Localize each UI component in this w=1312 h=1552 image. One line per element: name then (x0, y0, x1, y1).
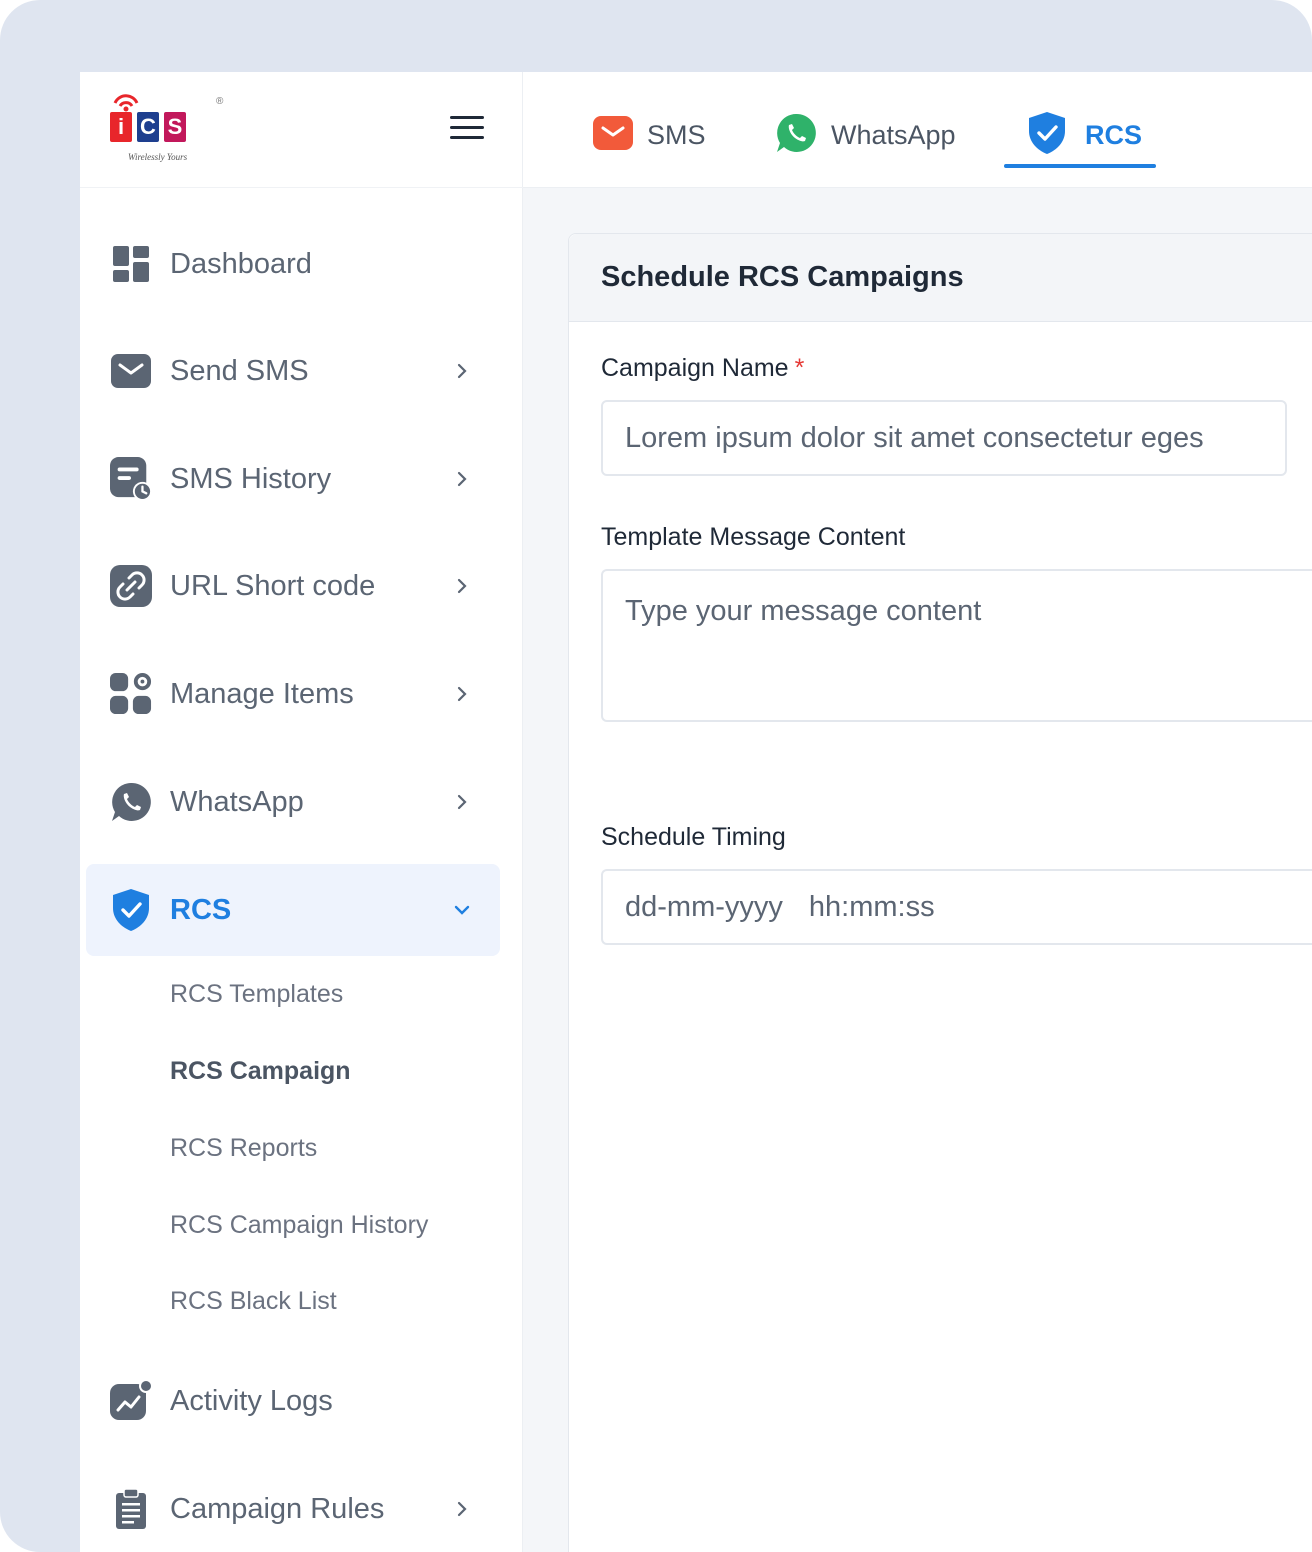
brand-tagline: Wirelessly Yours (128, 152, 188, 162)
schedule-date-placeholder: dd-mm-yyyy (625, 890, 783, 923)
chevron-right-icon (457, 794, 467, 810)
shield-check-icon (1027, 111, 1067, 160)
campaign-name-label: Campaign Name * (601, 354, 804, 383)
chevron-right-icon (457, 1501, 467, 1517)
schedule-campaign-card: Schedule RCS Campaigns Campaign Name * Lo… (568, 233, 1312, 1552)
schedule-timing-input[interactable]: dd-mm-yyyy hh:mm:ss (601, 869, 1312, 945)
template-content-label: Template Message Content (601, 523, 906, 551)
device-frame: i C S ® Wirelessly Yours Dashboard Send … (0, 0, 1312, 1552)
sidebar-item-sms-history[interactable]: SMS History (86, 433, 500, 525)
sidebar-item-dashboard[interactable]: Dashboard (86, 218, 500, 310)
tab-label: WhatsApp (831, 119, 956, 150)
clipboard-icon (110, 1488, 152, 1530)
required-mark: * (794, 354, 805, 382)
top-bar: SMS WhatsApp RCS (523, 72, 1312, 188)
sidebar-item-rcs[interactable]: RCS (86, 864, 500, 956)
chevron-right-icon (457, 363, 467, 379)
sidebar-item-send-sms[interactable]: Send SMS (86, 325, 500, 417)
sidebar-item-manage-items[interactable]: Manage Items (86, 648, 500, 740)
dashboard-icon (110, 243, 152, 285)
sidebar-item-activity-logs[interactable]: Activity Logs (86, 1355, 500, 1447)
wifi-icon (113, 94, 139, 112)
submenu-item-rcs-campaign-history[interactable]: RCS Campaign History (170, 1211, 428, 1240)
template-content-placeholder: Type your message content (625, 595, 982, 627)
sms-history-icon (110, 457, 152, 501)
app-window: i C S ® Wirelessly Yours Dashboard Send … (80, 72, 1312, 1552)
active-tab-indicator (1004, 164, 1156, 168)
tab-label: RCS (1085, 119, 1143, 150)
sidebar-item-label: Send SMS (170, 354, 309, 387)
mail-icon (110, 350, 152, 392)
sms-mail-icon (593, 115, 633, 155)
whatsapp-icon (110, 781, 152, 823)
sidebar-item-campaign-rules[interactable]: Campaign Rules (86, 1463, 500, 1552)
tab-sms[interactable]: SMS (593, 102, 706, 168)
page-title: Schedule RCS Campaigns (601, 261, 964, 293)
chevron-down-icon (454, 905, 470, 915)
chevron-right-icon (457, 578, 467, 594)
submenu-item-rcs-campaign[interactable]: RCS Campaign (170, 1057, 351, 1086)
tab-whatsapp[interactable]: WhatsApp (775, 102, 956, 168)
manage-items-icon (110, 673, 152, 715)
campaign-name-label-text: Campaign Name (601, 354, 789, 382)
campaign-name-value: Lorem ipsum dolor sit amet consectetur e… (625, 421, 1204, 454)
campaign-name-input[interactable]: Lorem ipsum dolor sit amet consectetur e… (601, 400, 1287, 476)
tab-label: SMS (647, 119, 706, 150)
chevron-right-icon (457, 686, 467, 702)
schedule-time-placeholder: hh:mm:ss (808, 890, 935, 923)
hamburger-menu-icon[interactable] (450, 116, 486, 146)
brand-letters: i C S (110, 112, 186, 142)
sidebar-item-whatsapp[interactable]: WhatsApp (86, 756, 500, 848)
sidebar: i C S ® Wirelessly Yours Dashboard Send … (80, 72, 523, 1552)
sidebar-item-label: Activity Logs (170, 1384, 333, 1417)
sidebar-item-label: Campaign Rules (170, 1492, 385, 1525)
submenu-item-rcs-templates[interactable]: RCS Templates (170, 980, 343, 1009)
sidebar-item-url-short-code[interactable]: URL Short code (86, 540, 500, 632)
submenu-item-rcs-reports[interactable]: RCS Reports (170, 1134, 317, 1163)
brand-letter-s: S (164, 112, 186, 142)
whatsapp-icon (775, 112, 817, 159)
submenu-item-rcs-black-list[interactable]: RCS Black List (170, 1287, 337, 1316)
logo-area: i C S ® Wirelessly Yours (80, 72, 523, 188)
brand-letter-c: C (137, 112, 159, 142)
sidebar-item-label: RCS (170, 893, 232, 926)
registered-mark: ® (216, 96, 224, 107)
chevron-right-icon (457, 471, 467, 487)
activity-icon (110, 1380, 152, 1422)
schedule-timing-label: Schedule Timing (601, 823, 786, 851)
sidebar-item-label: Dashboard (170, 247, 312, 280)
tab-rcs[interactable]: RCS (1027, 102, 1142, 168)
link-icon (110, 565, 152, 607)
sidebar-item-label: WhatsApp (170, 785, 304, 818)
template-content-textarea[interactable]: Type your message content (601, 569, 1312, 722)
card-header: Schedule RCS Campaigns (569, 234, 1312, 322)
brand-logo[interactable]: i C S ® Wirelessly Yours (108, 94, 232, 168)
sidebar-item-label: SMS History (170, 462, 332, 495)
sidebar-item-label: Manage Items (170, 677, 354, 710)
brand-letter-i: i (110, 112, 132, 142)
sidebar-item-label: URL Short code (170, 569, 376, 602)
shield-check-icon (110, 889, 152, 931)
